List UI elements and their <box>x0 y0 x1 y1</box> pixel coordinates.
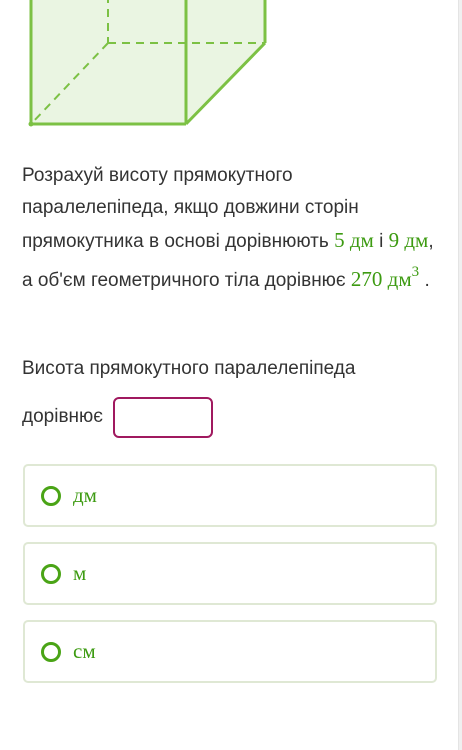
volume-value: 270 дм3 <box>350 264 420 291</box>
side-b-value: 9 дм <box>388 228 429 252</box>
side-a-value: 5 дм <box>334 228 374 252</box>
radio-icon[interactable] <box>41 641 61 662</box>
question-text: Висота прямокутного паралелепіпеда <box>22 358 356 379</box>
answer-line: дорівнює <box>22 395 213 439</box>
figure-side-face <box>186 0 265 124</box>
option-m[interactable]: м <box>23 542 437 605</box>
parallelepiped-figure <box>28 0 267 127</box>
figure-front-face <box>31 0 186 124</box>
figure-vertex <box>28 121 34 127</box>
option-cm[interactable]: см <box>23 620 437 683</box>
option-dm[interactable]: дм <box>23 464 437 527</box>
option-label: м <box>73 561 87 585</box>
question-text-equals: дорівнює <box>22 406 103 427</box>
task-card: Розрахуй висоту прямокутного паралелепіп… <box>0 0 459 750</box>
problem-statement: Розрахуй висоту прямокутного паралелепіп… <box>22 160 437 297</box>
volume-exponent: 3 <box>411 264 420 280</box>
problem-text-end: . <box>424 270 430 291</box>
problem-text-before: Розрахуй висоту прямокутного паралелепіп… <box>22 165 359 252</box>
option-label: дм <box>73 483 97 507</box>
answer-input[interactable] <box>112 396 213 438</box>
option-label: см <box>73 639 96 663</box>
problem-text-between: і <box>373 231 389 252</box>
volume-number: 270 дм <box>350 267 412 291</box>
radio-icon[interactable] <box>41 485 61 506</box>
radio-icon[interactable] <box>41 563 61 584</box>
